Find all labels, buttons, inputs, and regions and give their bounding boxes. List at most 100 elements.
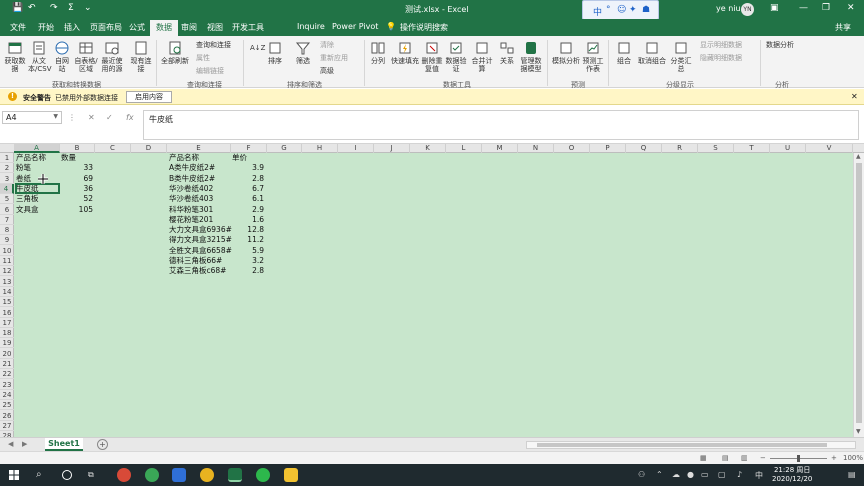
table-cell[interactable]: A类牛皮纸2# [169, 163, 215, 173]
table-cell[interactable]: 艾森三角板c68# [169, 266, 226, 276]
ungroup-button[interactable]: 取消组合 [638, 40, 666, 65]
column-header[interactable]: P [590, 144, 626, 153]
hide-detail-button[interactable]: 隐藏明细数据 [700, 53, 742, 63]
column-header[interactable]: Q [626, 144, 662, 153]
column-header[interactable]: K [410, 144, 446, 153]
column-header[interactable]: S [698, 144, 734, 153]
table-cell[interactable]: 11.2 [232, 235, 264, 245]
search-icon[interactable]: ⌕ [36, 469, 42, 480]
table-cell[interactable]: 粉笔 [16, 163, 31, 173]
row-header[interactable]: 22 [0, 369, 14, 380]
active-cell[interactable] [15, 183, 60, 194]
data-analysis-button[interactable]: 数据分析 [766, 40, 794, 50]
column-header[interactable]: I [338, 144, 374, 153]
table-cell[interactable]: 单价 [232, 153, 247, 163]
autosum-icon[interactable]: Σ [68, 3, 74, 13]
column-header[interactable]: F [231, 144, 267, 153]
row-header[interactable]: 27 [0, 421, 14, 431]
row-header[interactable]: 18 [0, 328, 14, 339]
enable-content-button[interactable]: 启用内容 [126, 91, 172, 103]
subtotal-button[interactable]: 分类汇总 [668, 40, 694, 73]
consolidate-button[interactable]: 合并计算 [469, 40, 495, 73]
row-header[interactable]: 23 [0, 380, 14, 390]
vertical-scrollbar[interactable]: ▲ ▼ [853, 153, 864, 437]
app-icon[interactable] [145, 468, 159, 482]
zoom-slider-thumb[interactable] [797, 455, 800, 462]
zoom-level[interactable]: 100% [843, 454, 863, 462]
column-header[interactable]: E [167, 144, 231, 153]
row-header[interactable]: 1 [0, 153, 14, 163]
ime-icon[interactable]: 中 [755, 470, 763, 481]
edit-links-button[interactable]: 编辑链接 [196, 66, 224, 76]
column-header[interactable]: R [662, 144, 698, 153]
table-cell[interactable]: 69 [61, 174, 93, 184]
tab-inquire[interactable]: Inquire [297, 22, 325, 31]
worksheet-grid[interactable]: ABCDEFGHIJKLMNOPQRSTUV 1 2 3 4 5 6 7 8 9 10 11 12 13… [0, 144, 864, 437]
properties-button[interactable]: 属性 [196, 53, 210, 63]
network-icon[interactable]: ▭ [701, 470, 709, 479]
ime-mode-icon[interactable]: 中 [593, 5, 602, 18]
chrome-alt-icon[interactable] [200, 468, 214, 482]
row-header[interactable]: 11 [0, 256, 14, 266]
row-header[interactable]: 21 [0, 359, 14, 369]
row-header[interactable]: 6 [0, 205, 14, 215]
row-header[interactable]: 17 [0, 318, 14, 328]
add-sheet-icon[interactable]: + [97, 439, 108, 450]
row-header[interactable]: 5 [0, 194, 14, 205]
group-button[interactable]: 组合 [614, 40, 634, 65]
table-cell[interactable]: 36 [61, 184, 93, 194]
table-cell[interactable]: 6.7 [232, 184, 264, 194]
tab-data[interactable]: 数据 [150, 20, 178, 36]
save-icon[interactable]: 💾 [12, 3, 23, 13]
table-cell[interactable]: 52 [61, 194, 93, 204]
row-header[interactable]: 4 [0, 183, 14, 194]
horizontal-scrollbar[interactable] [526, 441, 856, 449]
minimize-icon[interactable]: — [799, 3, 808, 13]
chrome-icon[interactable] [117, 468, 131, 482]
sort-az-button[interactable]: A↓Z [250, 44, 265, 52]
ime-tool-icon[interactable]: ☗ [642, 5, 650, 15]
from-table-button[interactable]: 自表格/区域 [74, 40, 98, 73]
manage-data-model-button[interactable]: 管理数据模型 [519, 40, 543, 73]
tab-home[interactable]: 开始 [38, 22, 54, 33]
row-header[interactable]: 20 [0, 349, 14, 359]
cancel-icon[interactable]: ✕ [88, 113, 95, 122]
browser-icon[interactable] [172, 468, 186, 482]
row-header[interactable]: 12 [0, 266, 14, 277]
table-cell[interactable]: 2.9 [232, 205, 264, 215]
column-header[interactable]: B [60, 144, 95, 153]
enter-icon[interactable]: ✓ [106, 113, 113, 122]
close-icon[interactable]: ✕ [851, 92, 858, 101]
chevron-down-icon[interactable]: ▼ [53, 113, 58, 120]
table-cell[interactable]: 33 [61, 163, 93, 173]
cortana-icon[interactable] [62, 470, 72, 480]
table-cell[interactable]: 产品名称 [169, 153, 199, 163]
column-header[interactable]: U [770, 144, 806, 153]
chevron-up-icon[interactable]: ⌃ [656, 470, 663, 479]
filter-button[interactable]: 筛选 [294, 40, 312, 65]
notifications-icon[interactable]: ▤ [848, 470, 856, 479]
refresh-all-button[interactable]: 全部刷新 [160, 40, 190, 65]
ime-emoji-icon[interactable]: ☺ [617, 5, 626, 15]
column-header[interactable]: H [302, 144, 338, 153]
row-header[interactable]: 25 [0, 400, 14, 411]
recent-sources-button[interactable]: 最近使用的源 [100, 40, 124, 73]
undo-icon[interactable]: ↶ [28, 3, 36, 13]
data-validation-button[interactable]: 数据验证 [445, 40, 467, 73]
column-header[interactable]: N [518, 144, 554, 153]
ribbon-display-icon[interactable]: ▣ [770, 3, 779, 13]
table-cell[interactable]: 6.1 [232, 194, 264, 204]
row-header[interactable]: 14 [0, 287, 14, 297]
table-cell[interactable]: 3.2 [232, 256, 264, 266]
page-break-view-icon[interactable]: ▥ [741, 454, 748, 462]
sort-button[interactable]: 排序 [266, 40, 284, 65]
formula-input[interactable]: 牛皮纸 [143, 110, 859, 140]
table-cell[interactable]: 3.9 [232, 163, 264, 173]
scroll-thumb[interactable] [856, 163, 862, 423]
redo-icon[interactable]: ↷ [50, 3, 58, 13]
name-box[interactable]: A4 ▼ [2, 111, 62, 124]
ime-toolbar[interactable]: 中 ° ☺ ✦ ☗ [582, 0, 659, 20]
display-icon[interactable]: ▢ [718, 470, 726, 479]
windows-start-icon[interactable] [9, 470, 19, 480]
table-cell[interactable]: 105 [61, 205, 93, 215]
